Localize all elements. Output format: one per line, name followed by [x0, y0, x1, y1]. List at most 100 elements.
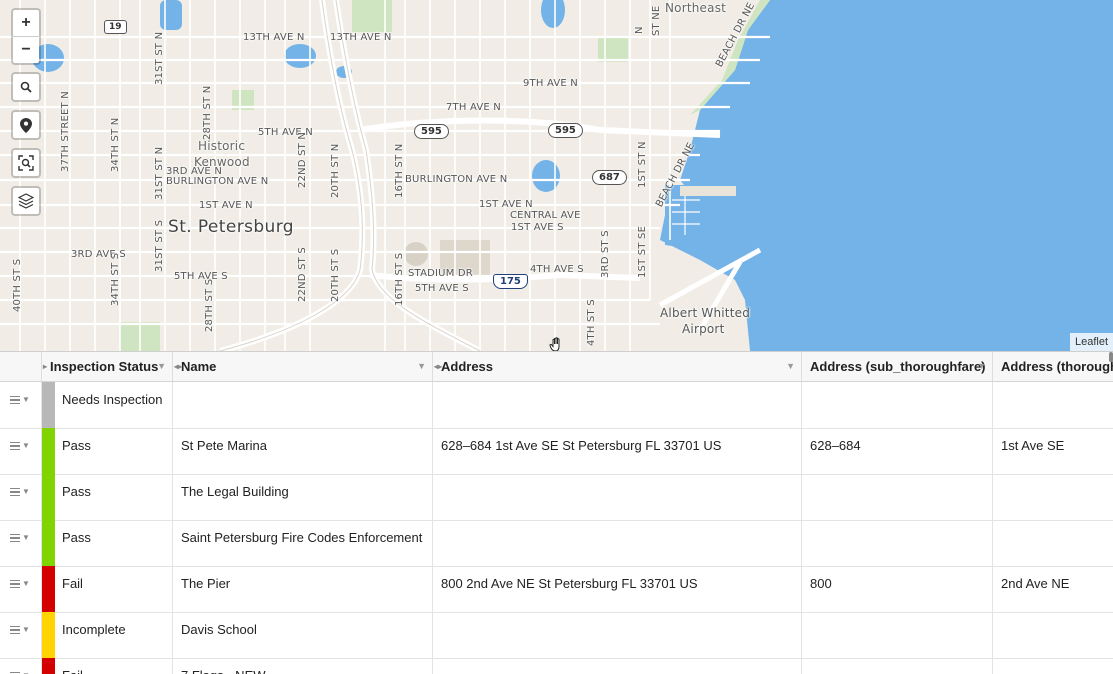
street-label: 4TH ST S — [586, 299, 597, 346]
column-resize-handle-icon[interactable]: ◂▸ — [434, 352, 442, 381]
status-cell[interactable]: Fail — [55, 566, 173, 612]
sort-caret-icon[interactable]: ▼ — [417, 352, 426, 381]
street-label: 5TH AVE S — [174, 271, 228, 282]
name-cell[interactable]: Saint Petersburg Fire Codes Enforcement — [173, 520, 433, 566]
sub-thoroughfare-cell[interactable] — [802, 658, 993, 674]
street-label: 37TH STREET N — [60, 91, 71, 172]
poi-label: Albert Whitted — [660, 306, 751, 320]
street-label: 31ST ST S — [154, 219, 165, 272]
sub-thoroughfare-cell[interactable] — [802, 612, 993, 658]
sort-caret-icon[interactable]: ▼ — [977, 352, 986, 381]
horizontal-scrollbar[interactable] — [1109, 352, 1113, 362]
table-row[interactable]: ▼ Pass The Legal Building — [0, 474, 1113, 521]
neighborhood-label: Historic — [198, 139, 246, 153]
sub-thoroughfare-cell[interactable] — [802, 520, 993, 566]
street-label: 13TH AVE N — [243, 32, 305, 43]
address-cell[interactable] — [433, 658, 802, 674]
row-handle-cell — [0, 474, 42, 520]
locate-button[interactable] — [13, 112, 39, 138]
thoroughfare-cell[interactable] — [993, 612, 1113, 658]
column-resize-handle-icon[interactable]: ▸ — [43, 352, 47, 381]
table-row[interactable]: ▼ Fail The Pier 800 2nd Ave NE St Petersbur… — [0, 566, 1113, 613]
sort-caret-icon[interactable]: ▼ — [157, 352, 166, 381]
zoom-out-button[interactable]: − — [13, 36, 39, 63]
street-label: 1ST AVE S — [511, 222, 564, 233]
street-label: 31ST ST N — [154, 146, 165, 200]
address-cell[interactable] — [433, 474, 802, 520]
search-control — [11, 72, 41, 102]
highway-shield: 19 — [104, 20, 127, 34]
column-header-label: Inspection Status — [50, 359, 159, 374]
street-label: 28TH ST N — [202, 85, 213, 140]
thoroughfare-cell[interactable] — [993, 520, 1113, 566]
column-header-label: Address (sub_thoroughfare) — [810, 359, 986, 374]
name-cell[interactable] — [173, 382, 433, 428]
column-header-label: Address — [441, 359, 494, 374]
row-handle-cell — [0, 612, 42, 658]
locate-control — [11, 110, 41, 140]
name-cell[interactable]: The Legal Building — [173, 474, 433, 520]
status-cell[interactable]: Fail — [55, 658, 173, 674]
sub-thoroughfare-cell[interactable] — [802, 382, 993, 428]
map-view[interactable]: 13TH AVE N 13TH AVE N 9TH AVE N 7TH AVE … — [0, 0, 1113, 351]
name-cell[interactable]: 7 Flags - NEW — [173, 658, 433, 674]
status-cell[interactable]: Pass — [55, 520, 173, 566]
street-label: 34TH ST S — [110, 252, 121, 306]
sub-thoroughfare-cell[interactable] — [802, 474, 993, 520]
status-cell[interactable]: Incomplete — [55, 612, 173, 658]
status-cell[interactable]: Needs Inspection — [55, 382, 173, 428]
thoroughfare-cell[interactable] — [993, 382, 1113, 428]
column-header-sub-thoroughfare[interactable]: Address (sub_thoroughfare) ▼ — [802, 352, 993, 381]
table-row[interactable]: ▼ Needs Inspection — [0, 382, 1113, 429]
street-label: BURLINGTON AVE N — [405, 174, 508, 185]
search-button[interactable] — [13, 74, 39, 100]
street-label: 22ND ST S — [297, 247, 308, 302]
name-cell[interactable]: The Pier — [173, 566, 433, 612]
address-cell[interactable] — [433, 520, 802, 566]
street-label: 28TH ST S — [204, 278, 215, 332]
neighborhood-label: Northeast — [665, 1, 727, 15]
interstate-shield: 175 — [493, 274, 528, 289]
street-label: 1ST ST SE — [637, 225, 648, 278]
column-resize-handle-icon[interactable]: ◂▸ — [174, 352, 182, 381]
street-label: 16TH ST S — [394, 252, 405, 306]
thoroughfare-cell[interactable] — [993, 474, 1113, 520]
address-cell[interactable] — [433, 612, 802, 658]
table-row[interactable]: ▼ Incomplete Davis School — [0, 612, 1113, 659]
table-row[interactable]: ▼Fail7 Flags - NEW — [0, 658, 1113, 674]
status-color-swatch — [42, 566, 55, 612]
column-header-name[interactable]: ◂▸ Name ▼ — [173, 352, 433, 381]
zoom-extent-button[interactable] — [13, 150, 39, 176]
address-cell[interactable] — [433, 382, 802, 428]
address-cell[interactable]: 800 2nd Ave NE St Petersburg FL 33701 US — [433, 566, 802, 612]
street-label: 9TH AVE N — [523, 78, 578, 89]
column-header-address[interactable]: ◂▸ Address ▼ — [433, 352, 802, 381]
sub-thoroughfare-cell[interactable]: 800 — [802, 566, 993, 612]
status-cell[interactable]: Pass — [55, 474, 173, 520]
street-label: 40TH ST S — [12, 258, 23, 312]
sub-thoroughfare-cell[interactable]: 628–684 — [802, 428, 993, 474]
map-pin-icon — [20, 117, 32, 133]
street-label: 3RD ST S — [600, 230, 611, 278]
name-cell[interactable]: Davis School — [173, 612, 433, 658]
layers-button[interactable] — [13, 188, 39, 214]
poi-label: Airport — [682, 322, 725, 336]
table-row[interactable]: ▼ Pass Saint Petersburg Fire Codes Enforce… — [0, 520, 1113, 567]
table-row[interactable]: ▼ Pass St Pete Marina 628–684 1st Ave SE St… — [0, 428, 1113, 475]
zoom-in-button[interactable]: + — [13, 10, 39, 36]
name-cell[interactable]: St Pete Marina — [173, 428, 433, 474]
thoroughfare-cell[interactable] — [993, 658, 1113, 674]
status-color-swatch — [42, 520, 55, 566]
thoroughfare-cell[interactable]: 2nd Ave NE — [993, 566, 1113, 612]
row-handle-cell — [0, 428, 42, 474]
column-header-inspection-status[interactable]: ▸ Inspection Status ▼ — [42, 352, 173, 381]
layers-control — [11, 186, 41, 216]
address-cell[interactable]: 628–684 1st Ave SE St Petersburg FL 3370… — [433, 428, 802, 474]
thoroughfare-cell[interactable]: 1st Ave SE — [993, 428, 1113, 474]
column-header-thoroughfare[interactable]: Address (thoroughfare) — [993, 352, 1113, 381]
sort-caret-icon[interactable]: ▼ — [786, 352, 795, 381]
status-cell[interactable]: Pass — [55, 428, 173, 474]
map-attribution[interactable]: Leaflet — [1069, 333, 1113, 351]
table-header: ▸ Inspection Status ▼ ◂▸ Name ▼ ◂▸ Addre… — [0, 352, 1113, 382]
row-handle-cell — [0, 382, 42, 428]
